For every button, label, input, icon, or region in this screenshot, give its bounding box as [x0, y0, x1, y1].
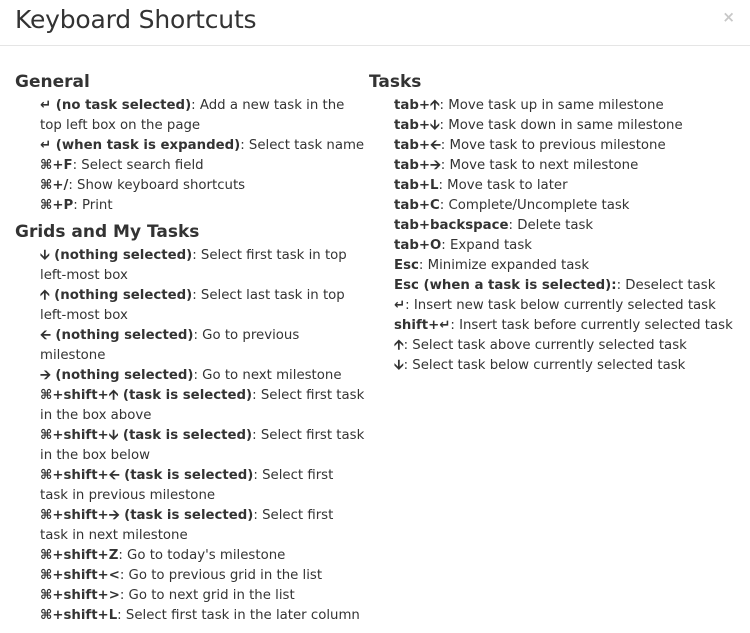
shortcut-item: ⌘+shift+Z: Go to today's milestone: [40, 546, 365, 566]
shortcut-description: : Go to previous grid in the list: [119, 568, 323, 583]
shortcut-description: : Go to next milestone: [193, 368, 342, 383]
shortcut-key: tab+🡨: [394, 138, 441, 153]
shortcut-key: 🡪 (nothing selected): [40, 368, 194, 383]
shortcut-description: : Move task to next milestone: [440, 158, 639, 173]
shortcut-item: tab+🡪: Move task to next milestone: [394, 156, 739, 176]
shortcut-key: 🡫 (nothing selected): [40, 248, 193, 263]
shortcut-key: 🡩 (nothing selected): [40, 288, 193, 303]
shortcut-key: tab+backspace: [394, 218, 509, 233]
shortcut-description: : Deselect task: [616, 278, 716, 293]
shortcut-key: ⌘+P: [40, 198, 74, 213]
shortcut-key: tab+🡪: [394, 158, 441, 173]
section-title-tasks: Tasks: [369, 72, 422, 92]
shortcut-key: tab+C: [394, 198, 440, 213]
shortcut-key: 🡨 (nothing selected): [40, 328, 194, 343]
shortcut-key: 🡫: [394, 358, 404, 373]
shortcut-description: : Select task above currently selected t…: [403, 338, 687, 353]
shortcut-item: ↵ (when task is expanded): Select task n…: [40, 136, 365, 156]
shortcut-item: tab+O: Expand task: [394, 236, 739, 256]
shortcut-key: ⌘+/: [40, 178, 69, 193]
shortcut-description: : Minimize expanded task: [418, 258, 590, 273]
shortcut-key: ↵ (when task is expanded): [40, 138, 241, 153]
shortcut-item: ⌘+shift+<: Go to previous grid in the li…: [40, 566, 365, 586]
shortcut-description: : Go to next grid in the list: [119, 588, 295, 603]
shortcut-key: tab+🡫: [394, 118, 440, 133]
shortcut-item: 🡫: Select task below currently selected …: [394, 356, 739, 376]
shortcut-key: ⌘+shift+🡪 (task is selected): [40, 508, 254, 523]
shortcut-item: 🡨 (nothing selected): Go to previous mil…: [40, 326, 365, 366]
grids-shortcut-list: 🡫 (nothing selected) : Select first task …: [15, 246, 365, 626]
shortcut-item: 🡩: Select task above currently selected …: [394, 336, 739, 356]
shortcut-item: ⌘+shift+🡩 (task is selected): Select fir…: [40, 386, 365, 426]
shortcut-item: tab+🡫: Move task down in same milestone: [394, 116, 739, 136]
shortcut-key: ⌘+shift+🡩 (task is selected): [40, 388, 253, 403]
shortcut-item: shift+↵: Insert task before currently se…: [394, 316, 739, 336]
shortcut-item: tab+🡨: Move task to previous milestone: [394, 136, 739, 156]
shortcut-description: : Delete task: [508, 218, 594, 233]
shortcut-description: : Select search field: [72, 158, 204, 173]
shortcut-key: ⌘+shift+Z: [40, 548, 119, 563]
shortcut-item: ⌘+/: Show keyboard shortcuts: [40, 176, 365, 196]
shortcut-key: ↵: [394, 298, 406, 313]
dialog-title: Keyboard Shortcuts: [15, 5, 257, 34]
shortcut-item: ↵ (no task selected): Add a new task in …: [40, 96, 365, 136]
shortcut-item: tab+🡩: Move task up in same milestone: [394, 96, 739, 116]
shortcut-description: : Select first task in the later column: [117, 608, 360, 623]
shortcut-item: 🡫 (nothing selected): Select first task …: [40, 246, 365, 286]
left-column: General ↵ (no task selected): Add a new …: [15, 70, 365, 626]
section-title-grids: Grids and My Tasks: [15, 222, 200, 242]
shortcut-item: ⌘+shift+>: Go to next grid in the list: [40, 586, 365, 606]
right-column: Tasks tab+🡩: Move task up in same milest…: [369, 70, 739, 376]
shortcut-key: ⌘+F: [40, 158, 73, 173]
shortcut-item: ⌘+F: Select search field: [40, 156, 365, 176]
shortcut-item: Esc: Minimize expanded task: [394, 256, 739, 276]
shortcut-item: ↵: Insert new task below currently selec…: [394, 296, 739, 316]
shortcut-key: Esc (when a task is selected):: [394, 278, 617, 293]
shortcut-key: tab+O: [394, 238, 442, 253]
keyboard-shortcuts-dialog: Keyboard Shortcuts × General ↵ (no task …: [0, 0, 750, 633]
shortcut-description: : Move task down in same milestone: [439, 118, 683, 133]
shortcut-item: Esc (when a task is selected):: Deselect…: [394, 276, 739, 296]
shortcut-description: : Insert task before currently selected …: [450, 318, 733, 333]
shortcut-key: ⌘+shift+🡫 (task is selected): [40, 428, 253, 443]
shortcut-description: : Print: [73, 198, 113, 213]
shortcut-item: ⌘+shift+L: Select first task in the late…: [40, 606, 365, 626]
dialog-header: Keyboard Shortcuts ×: [0, 0, 750, 46]
shortcut-description: : Insert new task below currently select…: [405, 298, 716, 313]
shortcut-item: tab+C: Complete/Uncomplete task: [394, 196, 739, 216]
shortcut-key: 🡩: [394, 338, 404, 353]
shortcut-description: : Move task to later: [438, 178, 568, 193]
shortcut-description: : Select task name: [240, 138, 365, 153]
general-shortcut-list: ↵ (no task selected): Add a new task in …: [15, 96, 365, 216]
shortcut-item: ⌘+shift+🡪 (task is selected): Select fir…: [40, 506, 365, 546]
tasks-shortcut-list: tab+🡩: Move task up in same milestone tab…: [369, 96, 739, 376]
shortcut-description: : Show keyboard shortcuts: [68, 178, 246, 193]
shortcut-item: ⌘+shift+🡫 (task is selected): Select fir…: [40, 426, 365, 466]
shortcut-key: tab+L: [394, 178, 439, 193]
shortcut-description: : Select task below currently selected t…: [403, 358, 686, 373]
shortcut-key: ⌘+shift+<: [40, 568, 120, 583]
shortcut-key: ⌘+shift+🡨 (task is selected): [40, 468, 254, 483]
shortcut-item: ⌘+P: Print: [40, 196, 365, 216]
shortcut-key: ⌘+shift+L: [40, 608, 118, 623]
shortcut-description: : Expand task: [441, 238, 532, 253]
shortcut-key: Esc: [394, 258, 419, 273]
section-title-general: General: [15, 72, 90, 92]
shortcut-item: tab+L: Move task to later: [394, 176, 739, 196]
shortcut-description: : Complete/Uncomplete task: [439, 198, 630, 213]
shortcut-description: : Go to today's milestone: [118, 548, 286, 563]
shortcut-item: 🡩 (nothing selected): Select last task i…: [40, 286, 365, 326]
shortcut-key: ⌘+shift+>: [40, 588, 120, 603]
shortcut-key: tab+🡩: [394, 98, 440, 113]
close-icon[interactable]: ×: [722, 8, 735, 26]
shortcut-item: ⌘+shift+🡨 (task is selected): Select fir…: [40, 466, 365, 506]
shortcut-item: 🡪 (nothing selected): Go to next milesto…: [40, 366, 365, 386]
shortcut-description: : Move task to previous milestone: [440, 138, 666, 153]
shortcut-description: : Move task up in same milestone: [439, 98, 664, 113]
shortcut-item: tab+backspace: Delete task: [394, 216, 739, 236]
shortcut-key: shift+↵: [394, 318, 451, 333]
shortcut-key: ↵ (no task selected): [40, 98, 192, 113]
